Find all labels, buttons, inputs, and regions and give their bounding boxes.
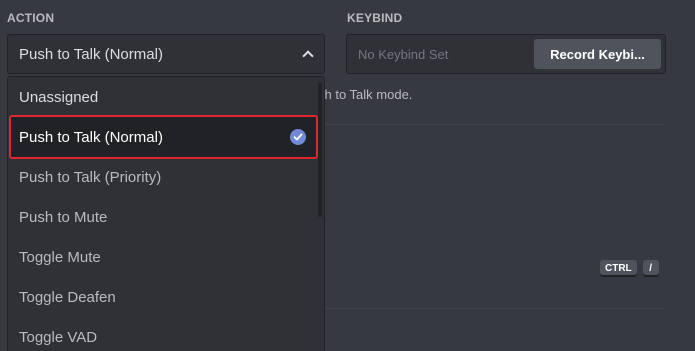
option-label: Unassigned bbox=[19, 88, 99, 106]
dropdown-option-push-to-mute[interactable]: Push to Mute bbox=[8, 197, 324, 237]
action-dropdown-menu: Unassigned Push to Talk (Normal) Push to… bbox=[7, 76, 325, 351]
shortcut-keys: CTRL / bbox=[600, 260, 659, 277]
keybind-placeholder: No Keybind Set bbox=[358, 46, 449, 62]
key-ctrl: CTRL bbox=[600, 260, 637, 277]
option-label: Toggle Mute bbox=[19, 248, 101, 266]
dropdown-option-toggle-mute[interactable]: Toggle Mute bbox=[8, 237, 324, 277]
dropdown-scrollbar[interactable] bbox=[318, 83, 322, 217]
dropdown-option-toggle-vad[interactable]: Toggle VAD bbox=[8, 317, 324, 351]
option-label: Toggle Deafen bbox=[19, 288, 116, 306]
check-circle-icon bbox=[290, 129, 306, 145]
option-label: Push to Talk (Priority) bbox=[19, 168, 162, 186]
action-select-value: Push to Talk (Normal) bbox=[19, 45, 163, 63]
divider bbox=[320, 124, 665, 125]
help-text: sh to Talk mode. bbox=[318, 87, 413, 102]
divider bbox=[320, 308, 665, 309]
record-keybind-button[interactable]: Record Keybi... bbox=[534, 39, 661, 69]
action-select[interactable]: Push to Talk (Normal) bbox=[7, 34, 325, 74]
keybind-label: KEYBIND bbox=[347, 11, 403, 25]
key-slash: / bbox=[642, 260, 659, 277]
option-label: Push to Talk (Normal) bbox=[19, 128, 163, 146]
option-label: Toggle VAD bbox=[19, 328, 98, 346]
dropdown-option-toggle-deafen[interactable]: Toggle Deafen bbox=[8, 277, 324, 317]
dropdown-option-push-to-talk-normal[interactable]: Push to Talk (Normal) bbox=[9, 115, 318, 159]
option-label: Push to Mute bbox=[19, 208, 108, 226]
keybind-input[interactable]: No Keybind Set Record Keybi... bbox=[346, 34, 666, 74]
dropdown-option-push-to-talk-priority[interactable]: Push to Talk (Priority) bbox=[8, 157, 324, 197]
action-label: ACTION bbox=[7, 11, 55, 25]
dropdown-option-unassigned[interactable]: Unassigned bbox=[8, 77, 324, 117]
voice-settings-page: ACTION KEYBIND Push to Talk (Normal) No … bbox=[0, 0, 695, 351]
chevron-up-icon[interactable] bbox=[302, 50, 314, 62]
